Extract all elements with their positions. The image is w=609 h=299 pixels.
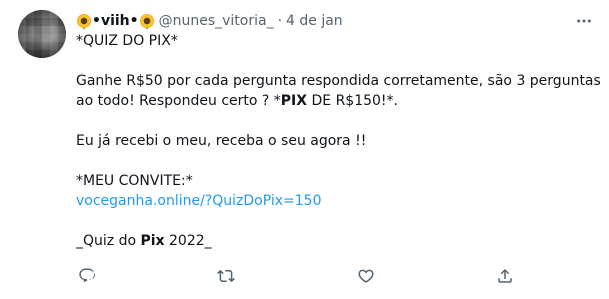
author-handle[interactable]: @nunes_vitoria_ (159, 11, 274, 31)
author-display-name[interactable]: •viih• (92, 11, 139, 31)
p1-line2-pix-bold: PIX (280, 93, 308, 109)
tweet-footer: _Quiz do Pix 2022_ (76, 231, 594, 251)
heart-icon[interactable] (355, 265, 377, 287)
retweet-icon[interactable] (215, 265, 237, 287)
tweet-text: *QUIZ DO PIX* Ganhe R$50 por cada pergun… (76, 31, 601, 251)
more-options-icon[interactable] (574, 11, 594, 31)
share-icon[interactable] (494, 265, 516, 287)
tweet-actions (76, 264, 516, 288)
footer-pix-bold: Pix (140, 233, 165, 249)
tweet-title: *QUIZ DO PIX* (76, 33, 178, 49)
sunflower-emoji-icon (77, 14, 91, 29)
reply-icon[interactable] (76, 265, 98, 287)
tweet-paragraph-2: Eu já recebi o meu, receba o seu agora !… (76, 133, 367, 149)
tweet-header: •viih• @nunes_vitoria_ · 4 de jan (76, 11, 594, 31)
invite-link[interactable]: voceganha.online/?QuizDoPix=150 (76, 191, 594, 211)
sunflower-emoji-icon (139, 14, 154, 29)
header-separator: · (277, 13, 283, 29)
tweet-date[interactable]: 4 de jan (286, 11, 343, 31)
invite-label: *MEU CONVITE:* (76, 173, 193, 189)
avatar[interactable] (18, 10, 66, 58)
footer-part-a: _Quiz do (76, 233, 141, 249)
tweet-content: •viih• @nunes_vitoria_ · 4 de jan *QUIZ … (76, 11, 601, 251)
p1-line2-part-c: DE R$150!*. (307, 93, 398, 109)
tweet-card[interactable]: •viih• @nunes_vitoria_ · 4 de jan *QUIZ … (0, 0, 609, 299)
tweet-paragraph-1-line-1: Ganhe R$50 por cada pergunta respondida … (76, 73, 601, 89)
tweet-paragraph-1-line-2: ao todo! Respondeu certo ? *PIX DE R$150… (76, 91, 594, 111)
avatar-image-blurred (18, 10, 66, 58)
p1-line2-part-a: ao todo! Respondeu certo ? * (76, 93, 281, 109)
footer-part-c: 2022_ (164, 233, 212, 249)
